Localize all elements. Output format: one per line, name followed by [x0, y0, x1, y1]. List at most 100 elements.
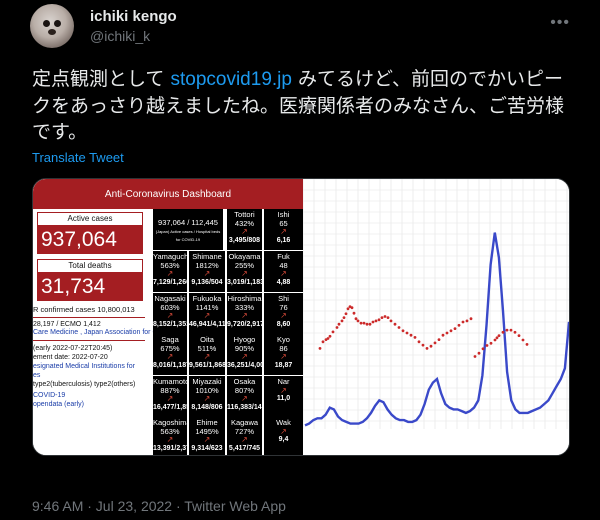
user-handle[interactable]: @ichiki_k [90, 28, 150, 44]
trend-arrow-icon: ↗ [241, 352, 248, 361]
scatter-point [346, 307, 350, 311]
divider [33, 317, 145, 318]
scatter-point [354, 317, 358, 321]
prefecture-count: 9,561/1,868 [189, 361, 225, 369]
trend-arrow-icon: ↗ [241, 311, 248, 320]
prefecture-count: 8,60 [276, 320, 291, 328]
scatter-point [457, 323, 461, 327]
trend-arrow-icon: ↗ [203, 435, 211, 444]
prefecture-count: 3,019/1,183 [227, 278, 262, 286]
prefecture-count: 11,0 [276, 395, 291, 402]
prefecture-count: 46,941/4,113 [189, 320, 225, 328]
scatter-point [386, 316, 390, 319]
prefecture-tile: Hyogo905%↗36,251/4,005 [227, 334, 262, 375]
scatter-point [477, 351, 481, 355]
prefecture-count: 5,417/745 [228, 444, 261, 452]
scatter-point [521, 338, 525, 342]
prefecture-count: 16,477/1,857 [153, 403, 187, 411]
prefecture-count: 3,495/808 [228, 236, 261, 244]
type-line: type2(tuberculosis) type2(others) [33, 381, 136, 388]
tweet-text-before: 定点観測として [32, 68, 171, 90]
scatter-point [413, 336, 417, 339]
scatter-point [383, 315, 387, 318]
prefecture-tile: Okayama 255% ↗ 3,019/1,183 [227, 251, 262, 292]
prefecture-count: 9,4 [278, 436, 289, 443]
scatter-point [389, 319, 393, 323]
opendata-line[interactable]: opendata (early) [33, 401, 84, 408]
prefecture-count: 6,16 [276, 236, 291, 244]
trend-arrow-icon: ↗ [241, 269, 248, 278]
divider [33, 340, 145, 341]
prefecture-tile: Shi 76 ↗ 8,60 [264, 293, 303, 334]
scatter-point [401, 329, 405, 333]
scatter-point [335, 326, 339, 329]
trend-arrow-icon: ↗ [166, 394, 174, 403]
scatter-point [344, 312, 348, 316]
tweet-timestamp[interactable]: 9:46 AM · Jul 23, 2022 · Twitter Web App [32, 498, 286, 514]
scatter-point [465, 319, 469, 323]
translate-tweet-link[interactable]: Translate Tweet [32, 150, 124, 165]
scatter-point [473, 355, 477, 358]
prefecture-count: 8,016/1,187 [153, 361, 187, 369]
dashboard-image: Anti-Coronavirus Dashboard Active cases … [33, 179, 303, 455]
avatar-eye [54, 20, 61, 27]
japan-summary-tile: 937,064 / 112,445 (Japan) Active cases /… [153, 209, 223, 250]
series-line [304, 232, 569, 427]
prefecture-tile: Nagasaki 603% ↗ 8,152/1,351 [153, 293, 187, 334]
scatter-point [405, 331, 409, 335]
designated-line[interactable]: esignated Medical Institutions for [33, 363, 135, 370]
scatter-point [513, 330, 517, 334]
tweet-text: 定点観測として stopcovid19.jp みてるけど、前回のでかいピークをあ… [32, 66, 572, 145]
prefecture-tile: Osaka807%↗116,383/14,413 [227, 376, 262, 417]
tweet-media[interactable]: Anti-Coronavirus Dashboard Active cases … [32, 178, 570, 456]
prefecture-count: 8,148/806 [191, 403, 223, 411]
tweet-link[interactable]: stopcovid19.jp [170, 69, 291, 90]
scatter-point [356, 319, 360, 323]
trend-arrow-icon: ↗ [241, 394, 248, 403]
japan-summary-sub: (Japan) Active cases / Hospital beds for… [155, 228, 221, 243]
trend-arrow-icon: ↗ [280, 352, 287, 361]
prefecture-tile: Fuk 48 ↗ 4,88 [264, 251, 303, 292]
scatter-point [350, 306, 354, 310]
more-options-icon[interactable]: ••• [550, 14, 570, 32]
es-line[interactable]: es [33, 372, 40, 379]
scatter-point [321, 340, 325, 344]
prefecture-tile: Ehime 1495% ↗ 9,314/623 [189, 417, 225, 455]
prefecture-tile: Nar ↗ 11,0 [264, 376, 303, 417]
prefecture-count: 13,391/2,377 [153, 444, 187, 452]
scatter-point [469, 317, 473, 321]
dashboard-title: Anti-Coronavirus Dashboard [33, 179, 303, 209]
scatter-point [489, 341, 493, 345]
scatter-point [509, 328, 513, 332]
trend-arrow-icon: ↗ [280, 269, 287, 278]
scatter-point [359, 321, 363, 325]
covid-line[interactable]: COVID-19 [33, 392, 65, 399]
active-cases-value: 937,064 [37, 226, 143, 254]
scatter-point [449, 329, 453, 333]
active-cases-label: Active cases [37, 212, 143, 226]
prefecture-count: 18,87 [274, 361, 293, 369]
avatar[interactable] [30, 4, 74, 48]
scatter-point [437, 338, 441, 341]
trend-arrow-icon: ↗ [203, 311, 211, 320]
prefecture-count: 116,383/14,413 [227, 403, 262, 411]
japan-summary-value: 937,064 / 112,445 [158, 218, 218, 227]
scatter-point [425, 347, 429, 350]
prefecture-grid: 937,064 / 112,445 (Japan) Active cases /… [153, 209, 303, 455]
prefecture-tile: Kagoshima563%↗13,391/2,377 [153, 417, 187, 455]
scatter-point [326, 337, 330, 340]
user-name[interactable]: ichiki kengo [90, 8, 177, 25]
prefecture-count: 9,720/2,917 [227, 320, 262, 328]
prefecture-count: 36,251/4,005 [227, 361, 262, 369]
scatter-point [352, 311, 356, 315]
scatter-point [368, 322, 372, 326]
prefecture-tile: Oita 511% ↗ 9,561/1,868 [189, 334, 225, 375]
trend-arrow-icon: ↗ [241, 435, 248, 444]
scatter-point [409, 333, 413, 337]
scatter-point [380, 316, 384, 319]
prefecture-tile: Kumamoto887%↗16,477/1,857 [153, 376, 187, 417]
trend-arrow-icon: ↗ [203, 352, 211, 361]
total-deaths-label: Total deaths [37, 259, 143, 273]
chart [302, 179, 569, 455]
prefecture-tile: Saga 675% ↗ 8,016/1,187 [153, 334, 187, 375]
